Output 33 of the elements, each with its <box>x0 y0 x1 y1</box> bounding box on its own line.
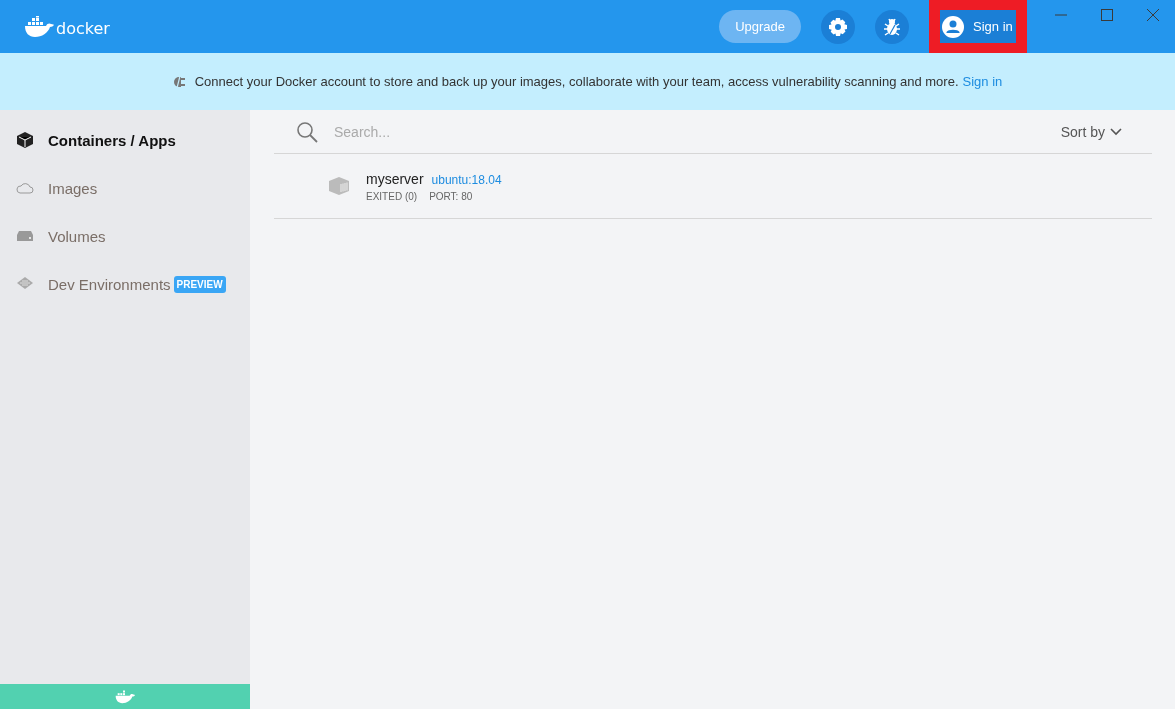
container-row[interactable]: myserver ubuntu:18.04 EXITED (0) PORT: 80 <box>274 154 1152 219</box>
container-port: PORT: 80 <box>429 190 473 202</box>
cloud-icon <box>16 182 34 194</box>
logo-text: docker <box>56 19 110 38</box>
image-link[interactable]: ubuntu:18.04 <box>431 172 502 187</box>
banner-text: Connect your Docker account to store and back up your images, collaborate with your team, access vulnerability scanning and more. <box>194 74 959 89</box>
sidebar-item[interactable]: Containers / Apps <box>0 116 250 164</box>
sign-in-link[interactable]: Sign in <box>962 74 1003 89</box>
container-status: EXITED (0) <box>366 190 418 202</box>
maximize-icon[interactable] <box>1101 9 1113 21</box>
chevron-down-icon <box>1110 127 1122 136</box>
cube-icon <box>16 131 34 149</box>
sidebar-item[interactable]: Volumes <box>0 212 250 260</box>
plug-icon <box>172 74 187 89</box>
search-icon <box>296 120 318 143</box>
sidebar-item[interactable]: Dev Environments PREVIEW <box>0 260 250 308</box>
layers-icon <box>16 276 34 292</box>
gear-icon <box>828 16 848 37</box>
sidebar-item[interactable]: Images <box>0 164 250 212</box>
user-icon <box>942 15 964 38</box>
sign-in-button[interactable]: Sign in <box>940 10 1016 43</box>
whale-icon <box>24 15 54 38</box>
settings-button[interactable] <box>821 9 855 44</box>
whale-icon <box>115 689 135 704</box>
sort-by-button[interactable]: Sort by <box>1054 122 1128 141</box>
container-name: myserver <box>366 170 424 187</box>
drive-icon <box>16 231 34 241</box>
preview-badge: PREVIEW <box>173 275 226 293</box>
upgrade-button[interactable]: Upgrade <box>719 10 801 43</box>
close-icon[interactable] <box>1147 9 1159 21</box>
container-icon <box>328 176 350 196</box>
bug-report-button[interactable] <box>875 9 909 44</box>
search-field[interactable]: Search... <box>332 122 1041 141</box>
